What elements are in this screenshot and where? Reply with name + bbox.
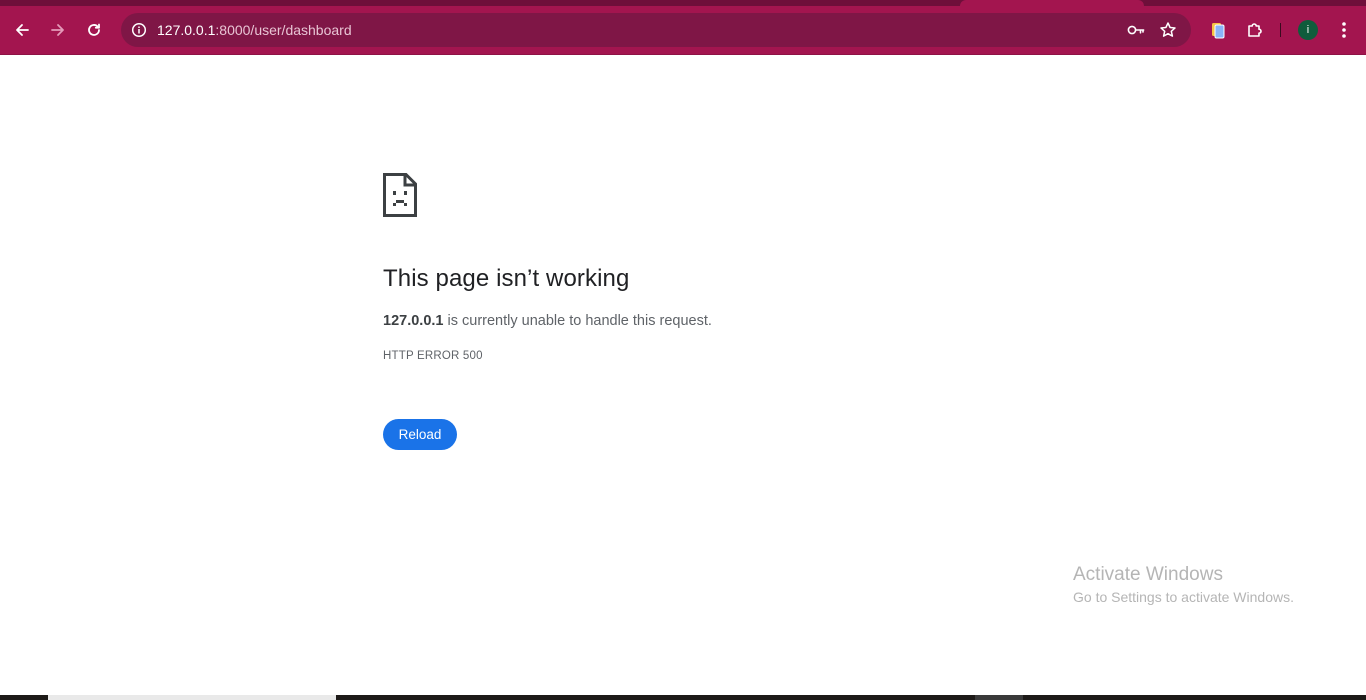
back-button[interactable]	[6, 14, 38, 46]
side-panel-icon	[1212, 23, 1225, 39]
back-arrow-icon	[16, 24, 29, 36]
error-code: HTTP ERROR 500	[383, 350, 483, 362]
forward-button[interactable]	[42, 14, 74, 46]
address-bar-url[interactable]: 127.0.0.1:8000/user/dashboard	[157, 22, 352, 38]
browser-menu-button[interactable]	[1332, 18, 1356, 42]
kebab-menu-icon	[1342, 22, 1346, 38]
error-summary: 127.0.0.1 is currently unable to handle …	[383, 311, 712, 331]
browser-toolbar: 127.0.0.1:8000/user/dashboard i	[0, 6, 1366, 55]
error-host: 127.0.0.1	[383, 313, 444, 329]
star-icon	[1160, 22, 1176, 37]
taskbar	[0, 695, 1366, 700]
url-path: :8000/user/dashboard	[215, 22, 352, 38]
forward-arrow-icon	[51, 24, 64, 36]
puzzle-icon	[1248, 23, 1262, 37]
watermark-subtitle: Go to Settings to activate Windows.	[1073, 589, 1294, 605]
activate-windows-watermark: Activate Windows Go to Settings to activ…	[1073, 564, 1294, 607]
reload-button[interactable]	[78, 14, 110, 46]
bookmark-button[interactable]	[1156, 18, 1180, 42]
watermark-title: Activate Windows	[1073, 564, 1223, 585]
key-icon	[1127, 25, 1145, 35]
error-message: is currently unable to handle this reque…	[443, 313, 712, 329]
extensions-button[interactable]	[1243, 18, 1267, 42]
profile-avatar[interactable]: i	[1298, 20, 1318, 40]
reload-page-button[interactable]: Reload	[383, 419, 457, 450]
side-panel-button[interactable]	[1206, 18, 1230, 42]
site-info-button[interactable]	[127, 18, 151, 42]
sad-document-icon	[383, 173, 417, 217]
site-info-icon	[131, 22, 147, 38]
passwords-button[interactable]	[1124, 18, 1148, 42]
reload-icon	[88, 23, 100, 36]
toolbar-divider	[1280, 23, 1281, 37]
url-host: 127.0.0.1	[157, 22, 216, 38]
taskbar-app[interactable]	[975, 695, 1023, 700]
error-heading: This page isn’t working	[383, 265, 630, 292]
address-bar[interactable]: 127.0.0.1:8000/user/dashboard	[121, 13, 1191, 47]
taskbar-search[interactable]	[48, 695, 336, 700]
